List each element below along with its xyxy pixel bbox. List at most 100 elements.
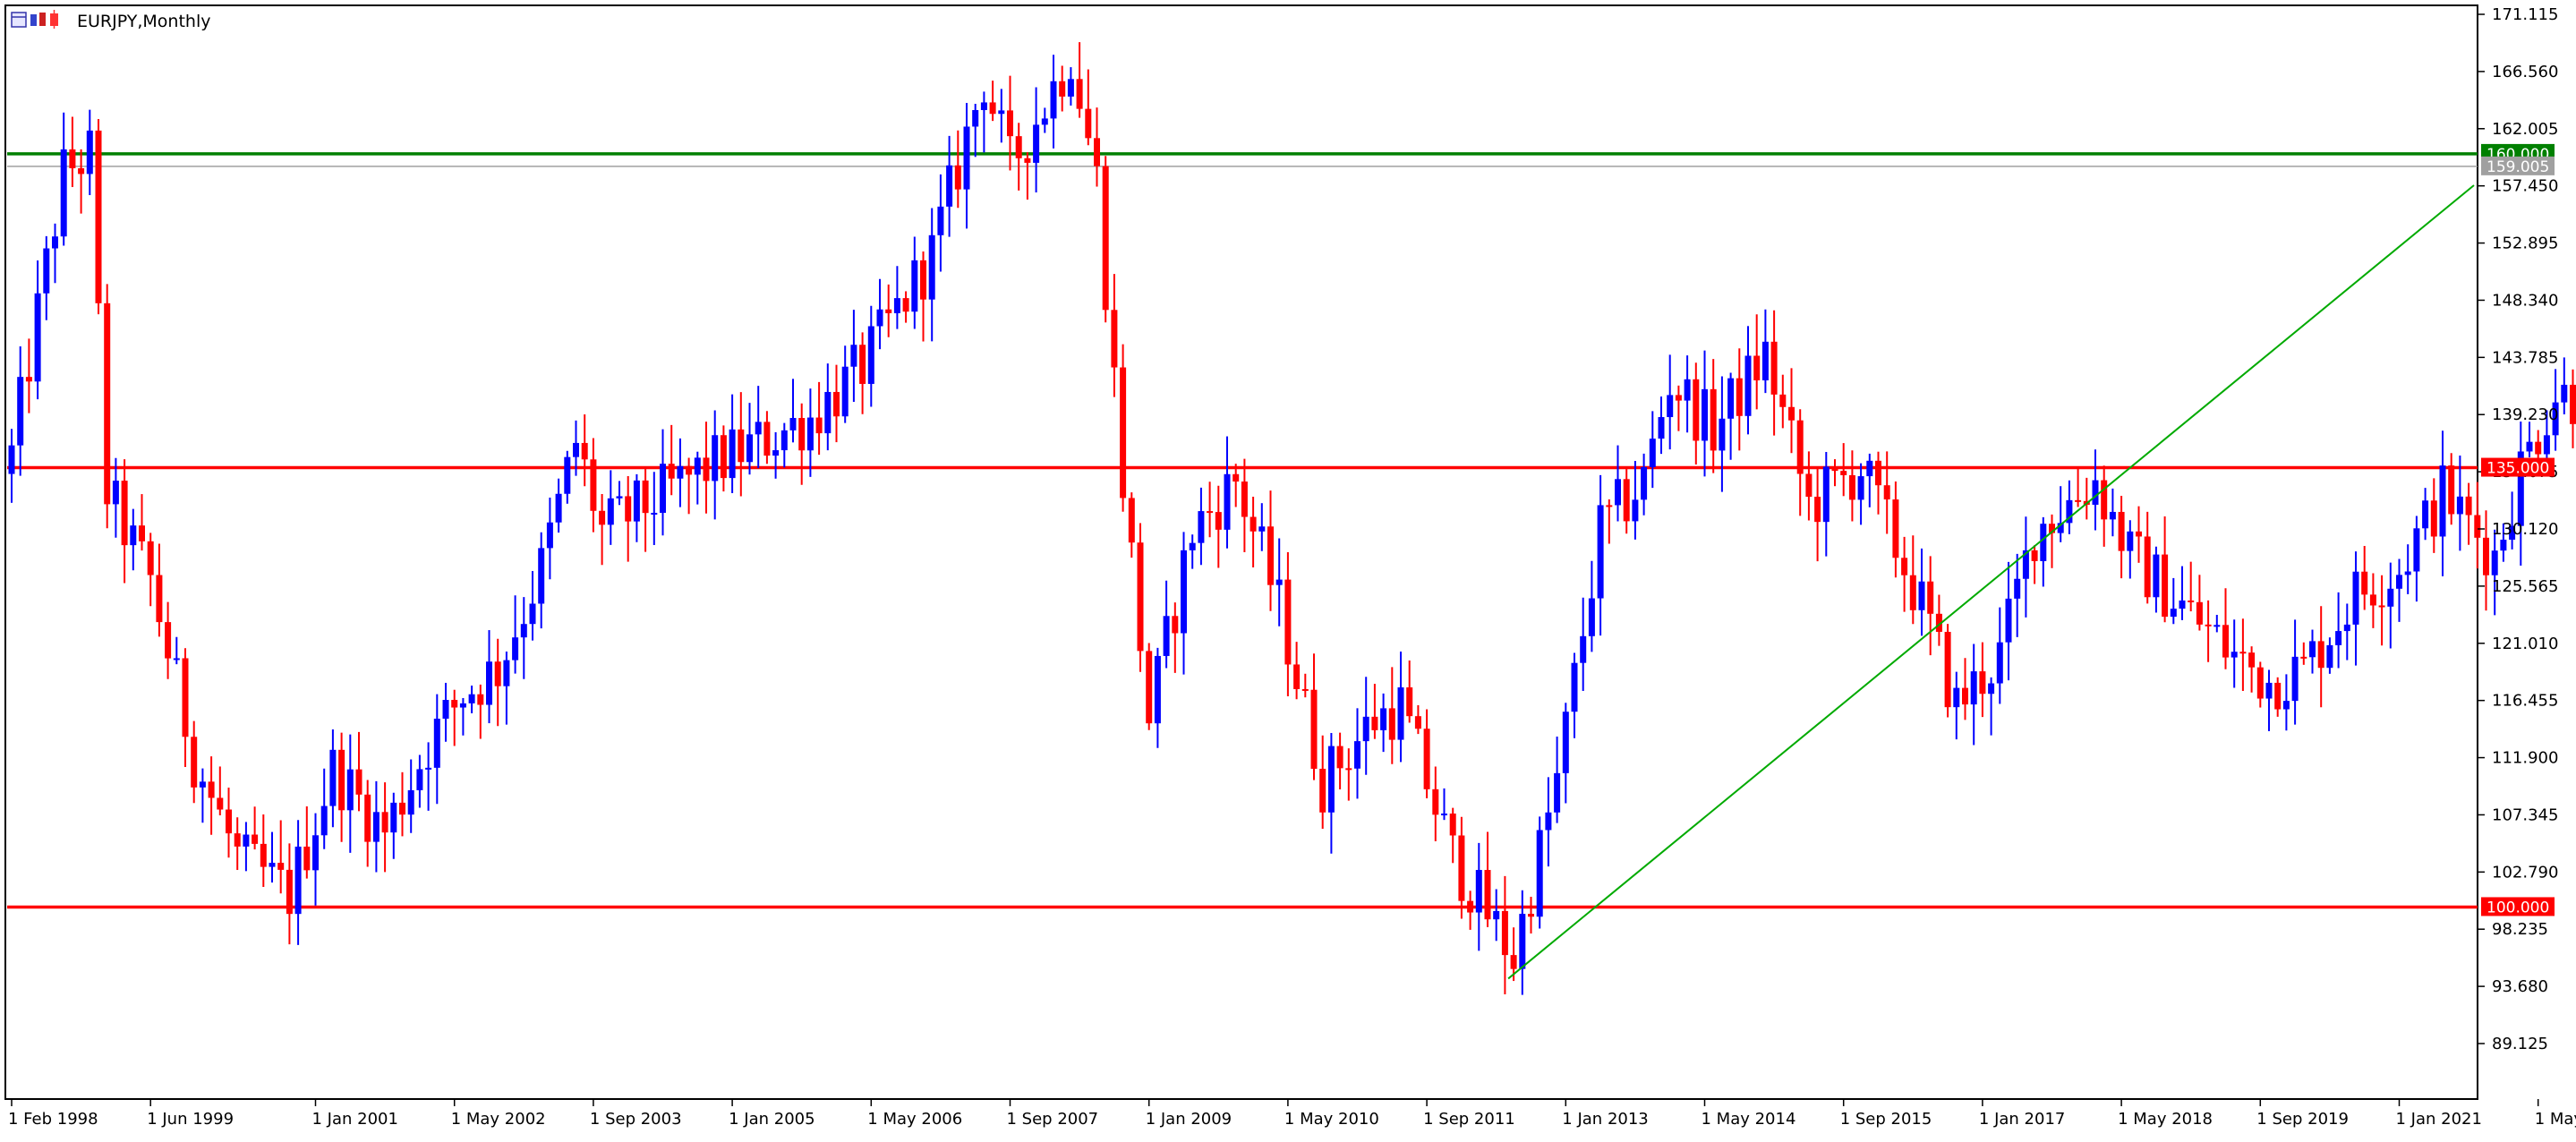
candle-body bbox=[564, 456, 571, 494]
candle-body bbox=[2170, 609, 2177, 618]
candle bbox=[677, 438, 684, 507]
candle bbox=[1805, 451, 1813, 521]
trendline-layer[interactable] bbox=[1507, 184, 2475, 980]
candle bbox=[425, 742, 432, 811]
candle bbox=[902, 291, 909, 323]
candle-body bbox=[625, 496, 632, 522]
candle-body bbox=[1736, 378, 1743, 416]
candle-body bbox=[2188, 600, 2195, 602]
candle bbox=[494, 638, 501, 727]
candle-body bbox=[2014, 578, 2021, 599]
candle bbox=[911, 236, 918, 329]
candle bbox=[841, 345, 849, 423]
candle-body bbox=[2092, 480, 2099, 505]
candle-body bbox=[529, 603, 536, 625]
candle-body bbox=[1727, 378, 1735, 419]
candle-body bbox=[980, 102, 987, 110]
candle-body bbox=[599, 510, 606, 525]
candle bbox=[512, 595, 519, 674]
candle bbox=[1875, 451, 1881, 515]
candle bbox=[2109, 488, 2116, 537]
candle-body bbox=[746, 434, 753, 463]
candle-body bbox=[1822, 466, 1830, 523]
candle-body bbox=[25, 377, 32, 382]
candle bbox=[1562, 703, 1569, 804]
candle-body bbox=[2413, 528, 2420, 572]
time-tick-label: 1 Jan 2009 bbox=[1146, 1110, 1232, 1129]
candle bbox=[34, 260, 41, 400]
candle bbox=[217, 766, 224, 816]
candle bbox=[972, 104, 979, 158]
time-tick-label: 1 May 2010 bbox=[1284, 1110, 1379, 1129]
candle-body bbox=[433, 719, 440, 768]
candle bbox=[1684, 355, 1691, 433]
price-tick-label: 116.455 bbox=[2492, 692, 2558, 711]
candle bbox=[104, 284, 111, 529]
price-tick-label: 111.900 bbox=[2492, 749, 2558, 768]
candle-body bbox=[2404, 571, 2411, 575]
candle bbox=[1554, 736, 1561, 823]
trendline[interactable] bbox=[1507, 184, 2475, 980]
candle bbox=[2387, 562, 2394, 649]
candle-body bbox=[1215, 512, 1222, 530]
candle bbox=[390, 792, 397, 859]
candle bbox=[642, 469, 649, 552]
candle-body bbox=[1458, 835, 1465, 901]
candle-body bbox=[1883, 485, 1890, 500]
candle-body bbox=[1918, 581, 1925, 610]
level-100-tag: 100.000 bbox=[2481, 897, 2555, 916]
candle-body bbox=[1163, 616, 1170, 656]
candle bbox=[1848, 450, 1855, 522]
candle-body bbox=[520, 624, 527, 638]
candle-body bbox=[390, 802, 397, 833]
candle bbox=[850, 310, 857, 402]
candle-body bbox=[1362, 716, 1369, 742]
candle bbox=[1397, 652, 1404, 763]
candle-body bbox=[121, 481, 128, 546]
candle bbox=[555, 478, 562, 533]
candle bbox=[1128, 492, 1135, 558]
candle bbox=[2378, 575, 2385, 646]
candle-body bbox=[1397, 687, 1404, 740]
candle-body bbox=[2282, 701, 2290, 710]
candle-body bbox=[303, 846, 311, 871]
candle bbox=[616, 481, 623, 506]
candle-body bbox=[686, 465, 693, 475]
candle bbox=[1528, 897, 1534, 934]
candle-body bbox=[1172, 616, 1179, 634]
chart-window[interactable]: EURJPY,Monthly 171.115 166.560 162.005 157.… bbox=[0, 0, 2576, 1142]
candle bbox=[2083, 477, 2090, 520]
candle bbox=[260, 814, 267, 887]
candle-body bbox=[703, 457, 710, 482]
candle bbox=[1840, 443, 1847, 497]
candle-body bbox=[486, 661, 492, 705]
candle-body bbox=[694, 457, 701, 475]
price-chart[interactable]: EURJPY,Monthly 171.115 166.560 162.005 157.… bbox=[0, 0, 2576, 1142]
candle bbox=[2517, 422, 2524, 566]
time-tick-label: 1 Feb 1998 bbox=[8, 1110, 98, 1129]
candle-body bbox=[573, 442, 579, 457]
candle-body bbox=[277, 863, 285, 870]
candle bbox=[2153, 546, 2160, 613]
price-tick-label: 143.785 bbox=[2492, 348, 2558, 367]
candle bbox=[1094, 107, 1100, 187]
candle-body bbox=[2369, 594, 2376, 606]
time-axis[interactable]: 1 Feb 1998 1 Jun 1999 1 Jan 2001 1 May 2002… bbox=[8, 1099, 2576, 1129]
candle-body bbox=[1137, 542, 1144, 652]
candle bbox=[130, 508, 137, 571]
candle-body bbox=[2526, 441, 2533, 452]
candles-layer bbox=[8, 42, 2576, 995]
candle bbox=[2022, 516, 2029, 618]
candle bbox=[1693, 362, 1700, 464]
candle bbox=[694, 451, 701, 505]
candle bbox=[1831, 459, 1838, 487]
candle-body bbox=[381, 812, 388, 833]
candle bbox=[286, 843, 293, 945]
candle-body bbox=[1414, 716, 1421, 729]
candle-body bbox=[364, 794, 371, 842]
candle-body bbox=[538, 548, 545, 604]
candle bbox=[1267, 490, 1274, 611]
candle-body bbox=[2144, 536, 2151, 598]
candle bbox=[1441, 788, 1447, 821]
candle-body bbox=[52, 236, 58, 249]
